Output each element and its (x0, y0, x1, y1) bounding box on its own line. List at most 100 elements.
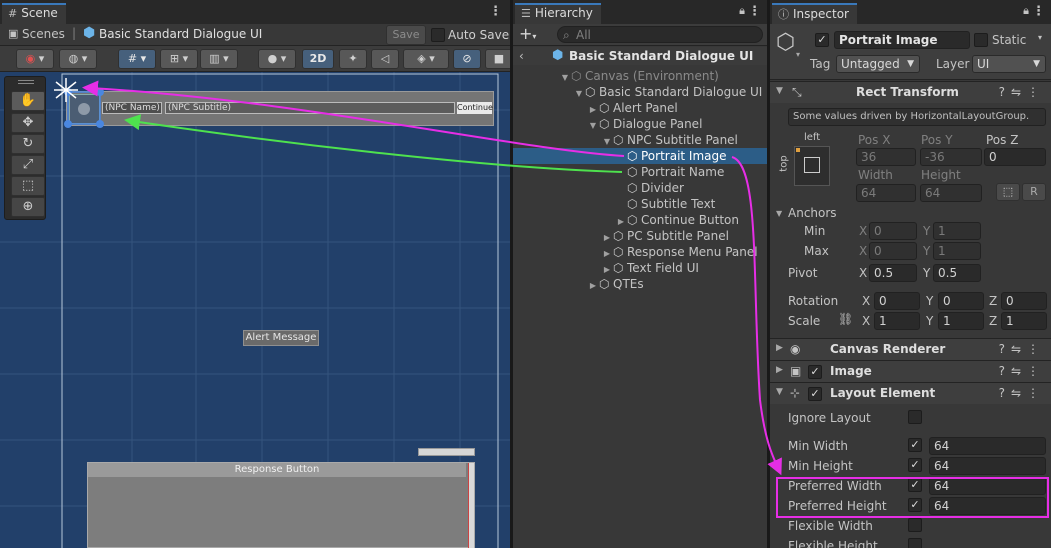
list-item[interactable]: ▶ ⬡ Continue Button (513, 212, 767, 228)
icon-dropdown-arrow[interactable]: ▾ (796, 50, 800, 59)
breadcrumb-root[interactable]: Scenes (22, 27, 65, 41)
list-item[interactable]: ⬡ Divider (513, 180, 767, 196)
blueprint-mode-button[interactable]: ⬚ (996, 183, 1020, 201)
list-item[interactable]: ▶ ⬡ PC Subtitle Panel (513, 228, 767, 244)
lighting-button[interactable]: ✦ (339, 49, 367, 69)
scale-y-field[interactable]: 1 (938, 312, 984, 330)
rotation-z-field[interactable]: 0 (1001, 292, 1047, 310)
link-icon[interactable]: ⛓ (838, 312, 853, 326)
flexible-width-checkbox[interactable] (908, 518, 922, 532)
list-item[interactable]: ⬡ Subtitle Text (513, 196, 767, 212)
layout-element-header[interactable]: ▼ ⊹ ✓ Layout Element ?⇋⋮ (770, 382, 1051, 404)
pos-z-field[interactable]: 0 (984, 148, 1046, 166)
scene-menu-icon[interactable]: ⋮ (489, 4, 502, 19)
rect-transform-header[interactable]: ▼ ⤡ Rect Transform ?⇋⋮ (770, 81, 1051, 103)
add-object-button[interactable]: +▾ (519, 24, 536, 43)
lock-icon[interactable]: 🔒︎ (739, 4, 745, 18)
grid-visibility-button[interactable]: ⊞ ▾ (160, 49, 198, 69)
2d-mode-button[interactable]: 2D (302, 49, 334, 69)
flexible-height-checkbox[interactable] (908, 538, 922, 548)
panel-divider[interactable] (767, 0, 770, 548)
kebab-icon[interactable]: ⋮ (1027, 342, 1045, 356)
hierarchy-root-row[interactable]: ‹ ⬢ Basic Standard Dialogue UI (513, 47, 767, 65)
shading-mode-button[interactable]: ● ▾ (258, 49, 296, 69)
image-header[interactable]: ▶ ▣ ✓ Image ?⇋⋮ (770, 360, 1051, 382)
list-item-selected[interactable]: ⬡ Portrait Image (513, 148, 767, 164)
help-icon[interactable]: ? (999, 364, 1011, 378)
increment-snap-button[interactable]: ▥ ▾ (200, 49, 238, 69)
layout-element-enabled-checkbox[interactable]: ✓ (808, 387, 822, 401)
min-width-field[interactable]: 64 (929, 437, 1046, 455)
rect-tool-button[interactable]: ⬚ (11, 176, 45, 196)
tab-hierarchy[interactable]: ☰ Hierarchy (515, 3, 601, 24)
active-checkbox[interactable]: ✓ (815, 33, 829, 47)
response-menu-preview[interactable]: Response Button (87, 462, 475, 548)
rotation-x-field[interactable]: 0 (874, 292, 920, 310)
list-item[interactable]: ▼ ⬡ Basic Standard Dialogue UI (513, 84, 767, 100)
kebab-icon[interactable]: ⋮ (1027, 85, 1045, 99)
presets-icon[interactable]: ⇋ (1011, 85, 1027, 99)
component-actions[interactable]: ?⇋⋮ (999, 342, 1045, 356)
min-width-checkbox[interactable]: ✓ (908, 438, 922, 452)
back-chevron-icon[interactable]: ‹ (519, 47, 524, 65)
scale-x-field[interactable]: 1 (874, 312, 920, 330)
inspector-menu-icon[interactable]: ⋮ (1032, 4, 1045, 19)
camera-button[interactable]: ■ (485, 49, 510, 69)
min-height-checkbox[interactable]: ✓ (908, 458, 922, 472)
transform-tool-button[interactable]: ⊕ (11, 197, 45, 217)
presets-icon[interactable]: ⇋ (1011, 342, 1027, 356)
raw-edit-button[interactable]: R (1022, 183, 1046, 201)
gameobject-cube-icon[interactable]: ⬡ (776, 30, 795, 55)
hierarchy-search-input[interactable]: ⌕ All (557, 26, 763, 43)
anchors-expand-arrow-icon[interactable]: ▼ (776, 209, 782, 218)
component-actions[interactable]: ?⇋⋮ (999, 386, 1045, 400)
tab-inspector[interactable]: ⓘ Inspector (772, 3, 857, 24)
draw-mode-button[interactable]: ◉ ▾ (16, 49, 54, 69)
list-item[interactable]: ▶ ⬡ QTEs (513, 276, 767, 292)
hand-tool-button[interactable]: ✋ (11, 91, 45, 111)
anchor-preset-box[interactable] (794, 146, 830, 186)
component-actions[interactable]: ?⇋⋮ (999, 364, 1045, 378)
hidden-objects-button[interactable]: ⊘ (453, 49, 481, 69)
palette-drag-handle[interactable] (18, 80, 34, 84)
auto-save-checkbox[interactable] (431, 28, 445, 42)
scale-z-field[interactable]: 1 (1001, 312, 1047, 330)
static-checkbox[interactable] (974, 33, 988, 47)
presets-icon[interactable]: ⇋ (1011, 364, 1027, 378)
list-item[interactable]: ▼ ⬡ NPC Subtitle Panel (513, 132, 767, 148)
collapsed-arrow-icon[interactable]: ▶ (776, 343, 783, 353)
list-item[interactable]: ▶ ⬡ Response Menu Panel (513, 244, 767, 260)
kebab-icon[interactable]: ⋮ (1027, 364, 1045, 378)
scene-viewport[interactable]: (NPC Name) (NPC Subtitle) Continue Alert… (0, 72, 510, 548)
collapsed-arrow-icon[interactable]: ▶ (587, 278, 599, 294)
collapsed-arrow-icon[interactable]: ▶ (776, 365, 783, 375)
tag-dropdown[interactable]: Untagged ▼ (836, 55, 920, 73)
alert-message-preview[interactable]: Alert Message (243, 330, 319, 346)
move-tool-button[interactable]: ✥ (11, 113, 45, 133)
scale-tool-button[interactable]: ⤢ (11, 155, 45, 175)
ignore-layout-checkbox[interactable] (908, 410, 922, 424)
expand-arrow-icon[interactable]: ▼ (776, 387, 783, 397)
expand-arrow-icon[interactable]: ▼ (776, 86, 783, 96)
list-item[interactable]: ⬡ Portrait Name (513, 164, 767, 180)
lock-icon[interactable]: 🔒︎ (1023, 4, 1029, 18)
hierarchy-menu-icon[interactable]: ⋮ (748, 4, 761, 19)
pivot-x-field[interactable]: 0.5 (869, 264, 917, 282)
object-name-input[interactable]: Portrait Image (834, 31, 970, 49)
kebab-icon[interactable]: ⋮ (1027, 386, 1045, 400)
grid-snap-button[interactable]: # ▾ (118, 49, 156, 69)
panel-divider[interactable] (510, 0, 513, 548)
list-item[interactable]: ▼ ⬡ Dialogue Panel (513, 116, 767, 132)
global-toggle-button[interactable]: ◍ ▾ (59, 49, 97, 69)
static-dropdown-arrow[interactable]: ▾ (1038, 33, 1042, 42)
save-button[interactable]: Save (386, 25, 426, 45)
list-item[interactable]: ▼ ⬡ Canvas (Environment) (513, 68, 767, 84)
list-item[interactable]: ▶ ⬡ Alert Panel (513, 100, 767, 116)
help-icon[interactable]: ? (999, 342, 1011, 356)
anchor-preset-widget[interactable]: left top (779, 132, 832, 186)
layer-dropdown[interactable]: UI ▼ (972, 55, 1046, 73)
response-button-preview[interactable]: Response Button (88, 463, 466, 477)
help-icon[interactable]: ? (999, 386, 1011, 400)
min-height-field[interactable]: 64 (929, 457, 1046, 475)
canvas-renderer-header[interactable]: ▶ ◉ Canvas Renderer ?⇋⋮ (770, 338, 1051, 360)
